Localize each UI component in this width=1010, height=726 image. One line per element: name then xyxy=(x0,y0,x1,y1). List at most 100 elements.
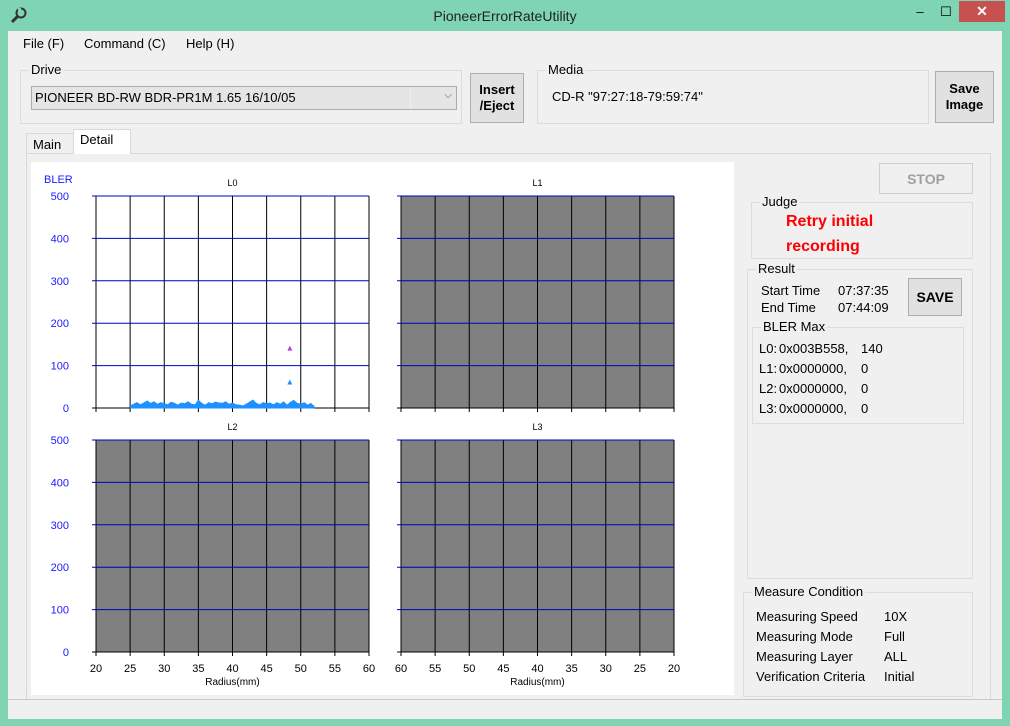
save-result-button[interactable]: SAVE xyxy=(908,278,962,316)
chart-l0-y-tick-label: 300 xyxy=(51,276,69,288)
chart-l2-x-tick-label: 35 xyxy=(192,663,204,675)
start-time-value: 07:37:35 xyxy=(838,283,889,298)
chart-l2-y-tick-label: 300 xyxy=(51,520,69,532)
chart-l3-x-tick-label: 60 xyxy=(395,663,407,675)
measure-condition-value: ALL xyxy=(884,649,908,664)
judge-legend: Judge xyxy=(760,194,800,209)
bler-max-row-address: 0x003B558, xyxy=(779,341,849,356)
chart-l0-y-tick-label: 0 xyxy=(63,403,69,415)
chart-l3-x-tick-label: 40 xyxy=(531,663,543,675)
bler-max-row-label: L3: xyxy=(759,401,778,416)
tab-detail[interactable]: Detail xyxy=(73,129,131,154)
chart-l2-x-tick-label: 55 xyxy=(329,663,341,675)
chart-l3-x-tick-label: 35 xyxy=(566,663,578,675)
title-bar: PioneerErrorRateUtility ‒ ☐ ✕ xyxy=(0,0,1010,32)
chart-l2-y-tick-label: 200 xyxy=(51,562,69,574)
chart-l3-x-tick-label: 25 xyxy=(634,663,646,675)
result-group: Result Start Time 07:37:35 End Time 07:4… xyxy=(747,261,973,579)
chart-l2-x-tick-label: 40 xyxy=(226,663,238,675)
chart-l2-x-tick-label: 45 xyxy=(261,663,273,675)
chart-l2-x-tick-label: 60 xyxy=(363,663,375,675)
media-legend: Media xyxy=(546,62,586,77)
measure-condition-value: Initial xyxy=(884,669,915,684)
chevron-down-icon[interactable]: ⌵ xyxy=(444,90,452,101)
chart-l2-y-tick-label: 500 xyxy=(51,435,69,447)
measure-condition-label: Verification Criteria xyxy=(756,669,866,684)
tab-main[interactable]: Main xyxy=(26,133,76,154)
bler-max-row-address: 0x0000000, xyxy=(779,381,847,396)
drive-legend: Drive xyxy=(29,62,64,77)
chart-l2-x-tick-label: 30 xyxy=(158,663,170,675)
minimize-button[interactable]: ‒ xyxy=(907,1,933,22)
menu-help[interactable]: Help (H) xyxy=(186,36,234,51)
chart-l2-y-tick-label: 100 xyxy=(51,605,69,617)
chart-l0-y-tick-label: 400 xyxy=(51,233,69,245)
chart-l2-x-label: Radius(mm) xyxy=(205,677,259,688)
menu-file[interactable]: File (F) xyxy=(23,36,64,51)
save-image-button[interactable]: Save Image xyxy=(935,71,994,123)
minimize-icon: ‒ xyxy=(916,4,924,19)
chart-l3-x-tick-label: 20 xyxy=(668,663,680,675)
drive-select[interactable]: PIONEER BD-RW BDR-PR1M 1.65 16/10/05 ⌵ xyxy=(31,86,457,110)
close-button[interactable]: ✕ xyxy=(959,1,1005,22)
chart-l3-x-tick-label: 55 xyxy=(429,663,441,675)
bler-charts: L0 0 100 200 300 400 500 BLER L1 L2 0 100 200 300 400 5… xyxy=(44,174,680,688)
media-value: CD-R "97:27:18-79:59:74" xyxy=(552,89,703,104)
chart-l2-y-tick-label: 400 xyxy=(51,477,69,489)
drive-group: Drive PIONEER BD-RW BDR-PR1M 1.65 16/10/… xyxy=(20,62,462,124)
bler-max-row-value: 140 xyxy=(861,341,883,356)
measure-condition-group: Measure Condition Measuring Speed 10X Meas… xyxy=(743,584,973,697)
maximize-icon: ☐ xyxy=(940,4,952,19)
result-legend: Result xyxy=(756,261,797,276)
window-title: PioneerErrorRateUtility xyxy=(433,8,577,24)
chart-area: L0 0 100 200 300 400 500 BLER L1 L2 0 100 200 300 400 5… xyxy=(31,162,734,695)
bler-max-group: BLER Max L0: 0x003B558, 140 L1: 0x0000000, 0 L… xyxy=(752,319,964,424)
status-bar xyxy=(8,699,1002,719)
chart-l2-y-tick-label: 0 xyxy=(63,647,69,659)
measure-condition-value: Full xyxy=(884,629,905,644)
chart-l1-title: L1 xyxy=(532,178,542,188)
measure-condition-label: Measuring Layer xyxy=(756,649,853,664)
maximize-button[interactable]: ☐ xyxy=(933,1,959,22)
bler-max-legend: BLER Max xyxy=(761,319,828,334)
chart-l2-title: L2 xyxy=(227,422,237,432)
chart-l0-y-tick-label: 100 xyxy=(51,361,69,373)
chart-l2-x-tick-label: 20 xyxy=(90,663,102,675)
client-area: File (F) Command (C) Help (H) Drive PION… xyxy=(8,31,1002,719)
chart-l3-x-tick-label: 30 xyxy=(600,663,612,675)
media-group: Media CD-R "97:27:18-79:59:74" xyxy=(537,62,929,124)
stop-button[interactable]: STOP xyxy=(879,163,973,194)
measure-condition-legend: Measure Condition xyxy=(752,584,866,599)
insert-eject-button[interactable]: Insert/Eject xyxy=(470,73,524,123)
chart-l0-title: L0 xyxy=(227,178,237,188)
bler-max-row-address: 0x0000000, xyxy=(779,401,847,416)
menu-bar: File (F) Command (C) Help (H) xyxy=(8,31,1002,55)
chart-l3-x-label: Radius(mm) xyxy=(510,677,564,688)
bler-max-row-label: L1: xyxy=(759,361,778,376)
chart-l0-y-label: BLER xyxy=(44,174,73,186)
chart-l0-y-tick-label: 500 xyxy=(51,191,69,203)
detail-panel: L0 0 100 200 300 400 500 BLER L1 L2 0 100 200 300 400 5… xyxy=(26,153,991,704)
start-time-label: Start Time xyxy=(761,283,821,298)
end-time-label: End Time xyxy=(761,300,816,315)
chart-l2-x-tick-label: 25 xyxy=(124,663,136,675)
chart-l2-x-tick-label: 50 xyxy=(295,663,307,675)
measure-condition-label: Measuring Mode xyxy=(756,629,853,644)
judge-group: Judge Retry initial recording xyxy=(751,194,973,259)
menu-command[interactable]: Command (C) xyxy=(84,36,166,51)
measure-condition-value: 10X xyxy=(884,609,908,624)
end-time-value: 07:44:09 xyxy=(838,300,889,315)
judge-result: Retry initial recording xyxy=(786,213,874,255)
drive-select-value: PIONEER BD-RW BDR-PR1M 1.65 16/10/05 xyxy=(35,90,296,105)
bler-max-row-value: 0 xyxy=(861,361,869,376)
chart-l3-title: L3 xyxy=(532,422,542,432)
bler-max-row-label: L2: xyxy=(759,381,778,396)
measure-condition-label: Measuring Speed xyxy=(756,609,858,624)
bler-max-row-label: L0: xyxy=(759,341,778,356)
bler-max-row-address: 0x0000000, xyxy=(779,361,847,376)
chart-l0-y-tick-label: 200 xyxy=(51,318,69,330)
chart-l3-x-tick-label: 50 xyxy=(463,663,475,675)
chart-l3-x-tick-label: 45 xyxy=(497,663,509,675)
bler-max-row-value: 0 xyxy=(861,381,869,396)
bler-max-row-value: 0 xyxy=(861,401,869,416)
